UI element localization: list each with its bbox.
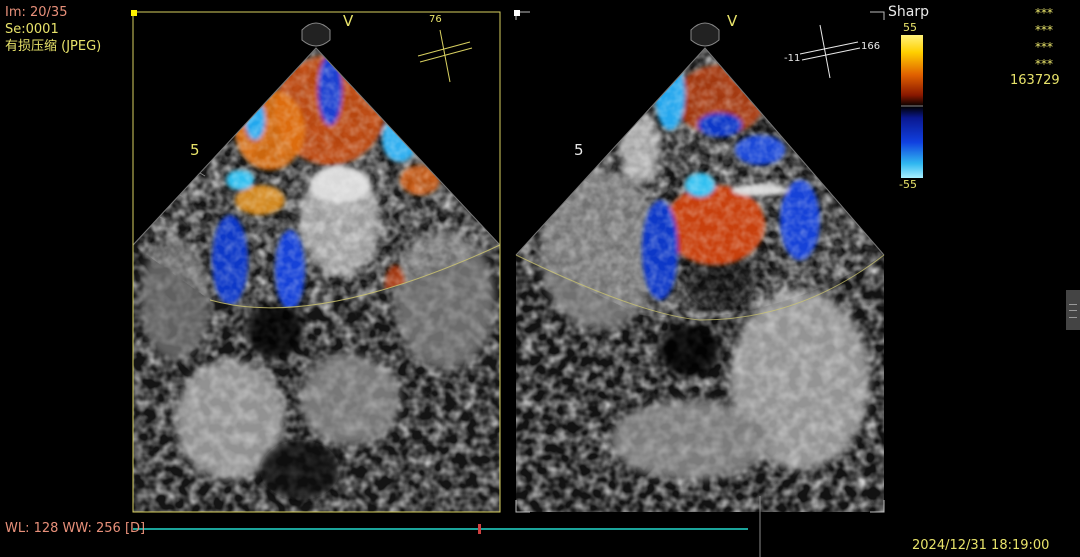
window-level-readout: WL: 128 WW: 256 [D] xyxy=(5,521,146,536)
anon-field-2: *** xyxy=(1035,23,1053,37)
ultrasound-viewport[interactable] xyxy=(0,0,1080,557)
timeline-marker xyxy=(478,524,481,534)
series-number: Se:0001 xyxy=(5,22,59,37)
compression-info: 有损压缩 (JPEG) xyxy=(5,39,102,54)
anon-field-4: *** xyxy=(1035,57,1053,71)
left-apex-marker: V xyxy=(343,12,354,30)
vertical-scrollbar-handle[interactable] xyxy=(1066,290,1080,330)
scale-min-label: -55 xyxy=(899,178,917,191)
color-mode-label: Sharp xyxy=(888,4,929,20)
left-angle-value: 76 xyxy=(429,14,442,25)
anon-field-1: *** xyxy=(1035,6,1053,20)
left-echo-view xyxy=(131,10,501,513)
left-depth-marker: 5 xyxy=(190,141,200,159)
scale-max-label: 55 xyxy=(903,21,917,34)
right-angle-left-value: -11 xyxy=(784,53,801,64)
patient-id: 163729 xyxy=(1010,73,1060,88)
grip-icon xyxy=(1069,304,1077,318)
right-angle-right-value: 166 xyxy=(861,41,881,52)
right-echo-view xyxy=(514,10,885,513)
right-depth-marker: 5 xyxy=(574,141,584,159)
anon-field-3: *** xyxy=(1035,40,1053,54)
image-index: Im: 20/35 xyxy=(5,5,68,20)
color-velocity-scale xyxy=(901,35,923,178)
acquisition-datetime: 2024/12/31 18:19:00 xyxy=(912,538,1050,553)
right-apex-marker: V xyxy=(727,12,738,30)
